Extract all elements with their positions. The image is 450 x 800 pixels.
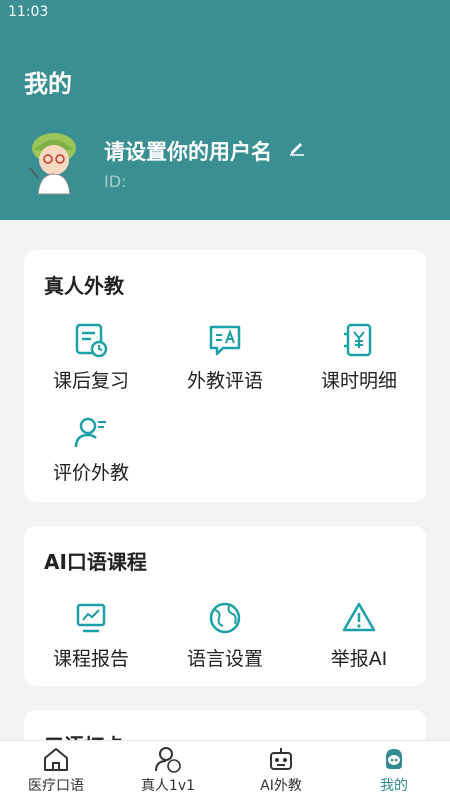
checkin-card: 口语打卡 [24, 710, 426, 740]
status-time: 11:03 [8, 4, 49, 20]
user-id: ID: [104, 172, 127, 191]
class-hours-label: 课时明细 [320, 370, 397, 392]
tutor-person-icon [155, 747, 181, 773]
ai-card: AI口语课程 课程报告 语言设置 举报AI [24, 526, 426, 686]
tab-label: 医疗口语 [28, 778, 84, 794]
rate-tutor-label: 评价外教 [52, 462, 129, 484]
comment-button[interactable]: 外教评语 [158, 322, 292, 393]
tab-label: 真人1v1 [140, 778, 196, 794]
tab-tutor[interactable]: 真人1v1 [112, 741, 224, 800]
report-ai-label: 举报AI [330, 648, 388, 670]
language-settings-button[interactable]: 语言设置 [158, 600, 292, 671]
report-ai-button[interactable]: 举报AI [292, 600, 426, 671]
language-settings-label: 语言设置 [186, 648, 263, 670]
bottom-tab-bar: 医疗口语 真人1v1 AI外教 我的 [0, 740, 450, 800]
edit-icon[interactable] [288, 138, 306, 156]
card-title: 口语打卡 [44, 730, 124, 740]
class-hours-button[interactable]: 课时明细 [292, 322, 426, 393]
username[interactable]: 请设置你的用户名 [104, 136, 272, 166]
page-title: 我的 [24, 70, 72, 98]
card-title: 真人外教 [44, 274, 124, 298]
rate-tutor-icon [74, 417, 106, 448]
card-title: AI口语课程 [44, 550, 147, 574]
tab-ai-tutor[interactable]: AI外教 [225, 741, 337, 800]
avatar[interactable] [24, 128, 84, 196]
review-label: 课后复习 [52, 370, 129, 392]
tab-label: AI外教 [260, 778, 302, 794]
tutor-card: 真人外教 课后复习 外教评语 课时明细 评价外教 [24, 250, 426, 502]
report-label: 课程报告 [52, 648, 129, 670]
robot-icon [270, 748, 292, 770]
content-scroll[interactable]: 真人外教 课后复习 外教评语 课时明细 评价外教 AI口语课程 课程报告 语言设… [0, 220, 450, 740]
review-icon [75, 323, 108, 358]
report-button[interactable]: 课程报告 [24, 600, 158, 671]
rate-tutor-button[interactable]: 评价外教 [24, 414, 158, 485]
review-button[interactable]: 课后复习 [24, 322, 158, 393]
class-hours-icon [344, 323, 372, 357]
comment-icon [209, 325, 241, 356]
comment-label: 外教评语 [186, 370, 263, 392]
tab-profile[interactable]: 我的 [338, 741, 450, 800]
home-icon [44, 748, 68, 771]
report-icon [76, 603, 106, 633]
profile-header: 11:03 我的 请设置你的用户名 ID: [0, 0, 450, 220]
globe-icon [209, 602, 241, 634]
profile-icon [386, 749, 402, 769]
tab-label: 我的 [380, 778, 408, 794]
warning-icon [342, 602, 376, 632]
tab-medical-english[interactable]: 医疗口语 [0, 741, 112, 800]
